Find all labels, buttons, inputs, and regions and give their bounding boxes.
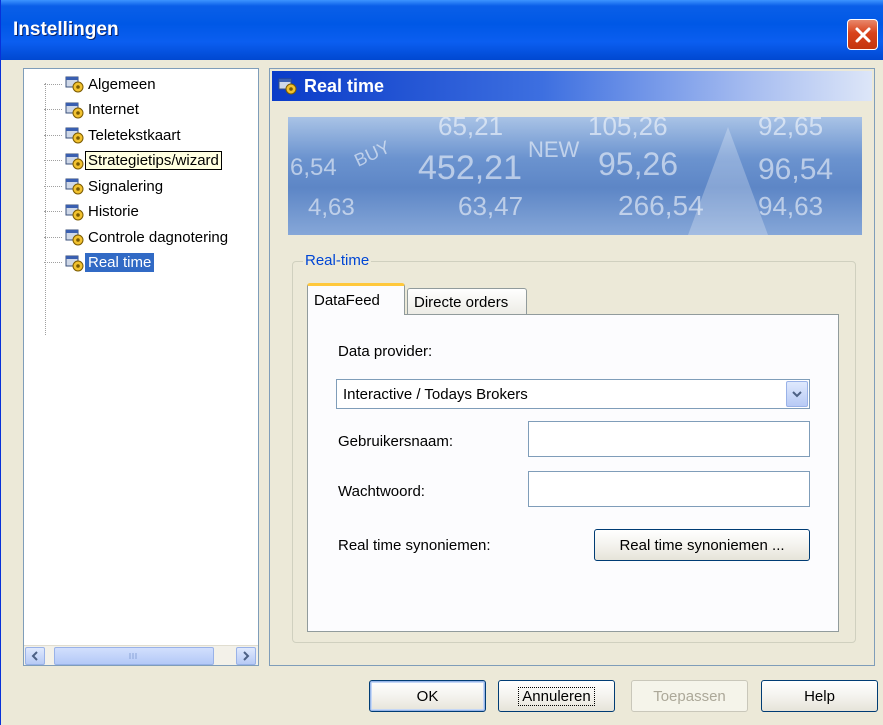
banner-number: 6,54	[290, 154, 337, 181]
banner-number: 105,26	[588, 117, 668, 141]
tab-datafeed-label: DataFeed	[314, 292, 380, 309]
tree-item-signalering[interactable]: Signalering	[44, 175, 166, 197]
horizontal-scrollbar[interactable]	[24, 645, 258, 665]
tab-datafeed[interactable]: DataFeed	[307, 283, 405, 315]
tree-item-real-time[interactable]: Real time	[44, 252, 155, 274]
arrow-right-icon	[243, 651, 250, 661]
tree-connector	[44, 134, 62, 136]
tree-connector	[44, 211, 62, 212]
ok-button-label: OK	[416, 687, 439, 705]
chevron-down-icon	[792, 391, 802, 398]
banner-number: BUY	[351, 137, 393, 171]
title-bar[interactable]: Instellingen	[1, 0, 883, 60]
data-provider-value: Interactive / Todays Brokers	[343, 385, 528, 403]
synonyms-label: Real time synoniemen:	[338, 537, 491, 554]
settings-tree[interactable]: Algemeen Internet Teletekstkaart Strategiet…	[23, 68, 259, 666]
realtime-synonyms-button-label: Real time synoniemen ...	[619, 536, 785, 554]
password-label: Wachtwoord:	[338, 483, 425, 500]
tab-directe-orders-label: Directe orders	[414, 293, 509, 311]
scroll-left-button[interactable]	[25, 647, 45, 665]
data-provider-select[interactable]: Interactive / Todays Brokers	[336, 379, 810, 409]
tree-connector	[44, 83, 62, 85]
tree-item-teletekstkaart[interactable]: Teletekstkaart	[44, 124, 184, 146]
banner-number: 266,54	[618, 190, 704, 221]
realtime-synonyms-button[interactable]: Real time synoniemen ...	[594, 529, 810, 561]
page-title: Real time	[304, 75, 385, 96]
settings-gear-icon	[65, 204, 84, 220]
settings-gear-icon	[65, 76, 84, 93]
groupbox-legend: Real-time	[303, 252, 372, 269]
tree-connector	[44, 185, 62, 187]
tree-item-label: Real time	[85, 253, 155, 272]
tree-item-label: Teletekstkaart	[88, 126, 181, 144]
banner-number: 94,63	[758, 191, 823, 221]
arrow-left-icon	[31, 651, 38, 661]
settings-gear-icon	[278, 78, 297, 95]
banner-number: 63,47	[458, 191, 523, 221]
cancel-button[interactable]: Annuleren	[498, 680, 615, 712]
grip-icon	[129, 653, 137, 659]
stock-banner-image: 65,21 105,26 92,65 452,21 95,26 96,54 6,54 63,4…	[288, 117, 862, 235]
ok-button[interactable]: OK	[369, 680, 486, 712]
settings-dialog: Instellingen Algemeen Internet Teletekstka…	[0, 0, 883, 725]
page-header: Real time	[272, 71, 872, 101]
username-label: Gebruikersnaam:	[338, 433, 454, 450]
banner-number: 4,63	[308, 194, 355, 221]
tree-connector	[44, 160, 62, 161]
help-button[interactable]: Help	[761, 680, 878, 712]
settings-gear-icon	[65, 102, 84, 118]
tree-item-label: Historie	[88, 203, 139, 220]
window-title: Instellingen	[13, 19, 119, 40]
scroll-right-button[interactable]	[236, 647, 256, 665]
help-button-label: Help	[804, 687, 835, 705]
tree-item-label: Internet	[88, 101, 139, 118]
banner-number: 92,65	[758, 117, 823, 141]
tree-connector	[44, 262, 62, 263]
settings-gear-icon	[65, 255, 84, 271]
password-field[interactable]	[528, 471, 810, 507]
settings-gear-icon	[65, 127, 84, 144]
banner-letter-shape	[688, 127, 768, 235]
banner-number: 95,26	[598, 146, 678, 182]
apply-button-label: Toepassen	[653, 687, 726, 705]
tree-item-strategietips[interactable]: Strategietips/wizard	[44, 150, 222, 172]
close-icon	[855, 27, 870, 42]
data-provider-dropdown-button[interactable]	[786, 381, 808, 407]
settings-gear-icon	[65, 178, 84, 195]
settings-gear-icon	[65, 153, 84, 169]
banner-number: NEW	[528, 137, 580, 162]
datafeed-tab-page: Data provider: Interactive / Todays Brok…	[307, 314, 839, 632]
data-provider-label: Data provider:	[338, 343, 433, 360]
apply-button[interactable]: Toepassen	[631, 680, 748, 712]
tree-item-internet[interactable]: Internet	[44, 99, 142, 121]
settings-page: Real time 65,21 105,26 92,65 452,21 95,26 96,…	[269, 68, 875, 666]
tree-item-label: Signalering	[88, 177, 164, 195]
username-field[interactable]	[528, 421, 810, 457]
tree-item-algemeen[interactable]: Algemeen	[44, 73, 159, 95]
cancel-button-label: Annuleren	[518, 686, 595, 706]
tree-connector	[44, 109, 62, 110]
tree-item-label: Algemeen	[88, 75, 156, 93]
tree-connector	[44, 236, 62, 238]
tab-directe-orders[interactable]: Directe orders	[407, 288, 527, 315]
banner-number: 65,21	[438, 117, 503, 141]
realtime-groupbox: Real-time DataFeed Directe orders Data p…	[292, 252, 856, 643]
banner-number: 452,21	[418, 149, 522, 187]
close-button[interactable]	[847, 19, 878, 50]
scroll-thumb[interactable]	[54, 647, 214, 665]
tree-item-label: Strategietips/wizard	[85, 151, 222, 170]
tree-item-historie[interactable]: Historie	[44, 201, 142, 223]
tree-item-label: Controle dagnotering	[88, 228, 229, 246]
banner-number: 96,54	[758, 153, 833, 186]
tree-item-controle-dagnotering[interactable]: Controle dagnotering	[44, 226, 231, 248]
settings-gear-icon	[65, 229, 84, 246]
